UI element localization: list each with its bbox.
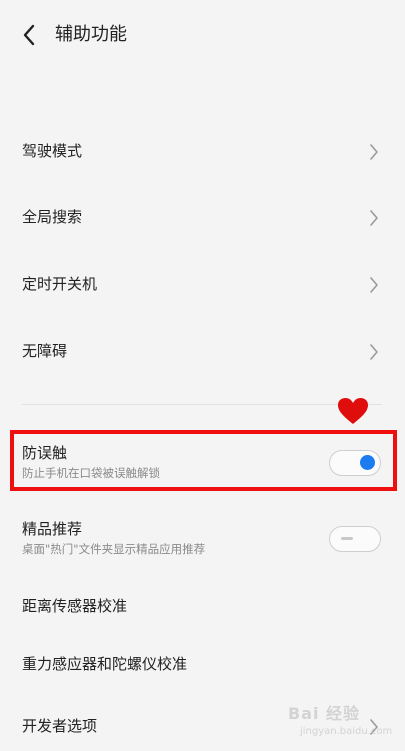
setting-label: 重力感应器和陀螺仪校准 bbox=[22, 655, 188, 673]
setting-description: 桌面"热门"文件夹显示精品应用推荐 bbox=[22, 542, 206, 556]
setting-proximity-calibration[interactable]: 距离传感器校准 bbox=[0, 576, 405, 636]
chevron-right-icon bbox=[370, 210, 378, 226]
chevron-left-icon bbox=[23, 24, 35, 46]
chevron-right-icon bbox=[370, 344, 378, 360]
chevron-right-icon bbox=[370, 144, 378, 160]
menu-item-label: 驾驶模式 bbox=[22, 142, 83, 160]
page-title: 辅助功能 bbox=[55, 24, 127, 45]
highlight-annotation-box bbox=[10, 430, 397, 491]
watermark-site: jingyan.baidu.com bbox=[300, 726, 393, 737]
header-bar: 辅助功能 bbox=[0, 0, 405, 70]
setting-label: 精品推荐 bbox=[22, 520, 83, 538]
setting-recommend: 精品推荐 桌面"热门"文件夹显示精品应用推荐 bbox=[0, 506, 405, 568]
section-divider bbox=[22, 404, 382, 405]
setting-label: 距离传感器校准 bbox=[22, 597, 128, 615]
toggle-knob bbox=[341, 537, 353, 540]
menu-item-global-search[interactable]: 全局搜索 bbox=[0, 187, 405, 247]
menu-item-label: 定时开关机 bbox=[22, 275, 98, 293]
setting-label: 开发者选项 bbox=[22, 717, 98, 735]
chevron-right-icon bbox=[370, 277, 378, 293]
setting-gravity-calibration[interactable]: 重力感应器和陀螺仪校准 bbox=[0, 634, 405, 694]
menu-item-driving-mode[interactable]: 驾驶模式 bbox=[0, 121, 405, 181]
back-button[interactable] bbox=[14, 20, 44, 50]
menu-item-scheduled-power[interactable]: 定时开关机 bbox=[0, 254, 405, 314]
watermark-brand: Bai 经验 bbox=[288, 704, 361, 723]
recommend-toggle[interactable] bbox=[329, 526, 381, 552]
accessibility-settings-page: 辅助功能 驾驶模式 全局搜索 定时开关机 无障碍 防误触 防止手机在口袋被误触解… bbox=[0, 0, 405, 751]
menu-item-label: 无障碍 bbox=[22, 342, 68, 360]
menu-item-label: 全局搜索 bbox=[22, 208, 83, 226]
menu-item-accessibility[interactable]: 无障碍 bbox=[0, 321, 405, 381]
heart-icon bbox=[338, 398, 368, 424]
